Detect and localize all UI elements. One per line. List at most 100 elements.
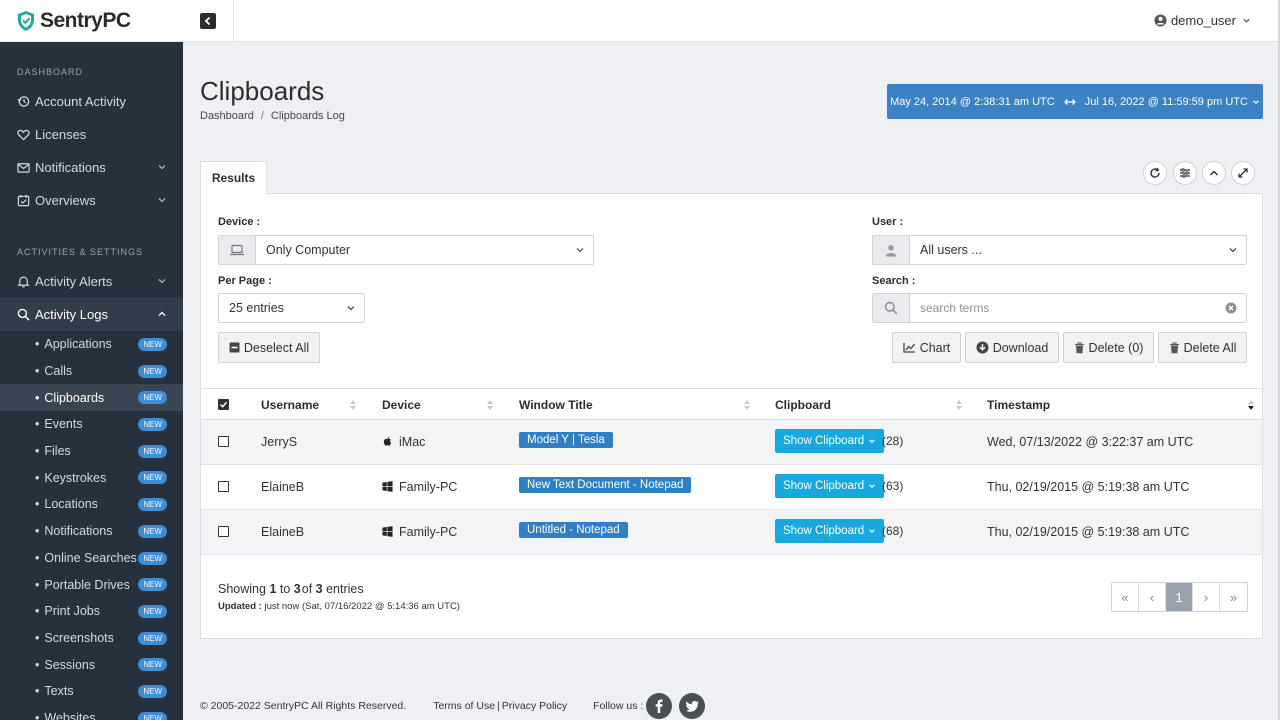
sidebar-subitem-applications[interactable]: • Applications NEW [0, 331, 183, 358]
refresh-button[interactable] [1143, 161, 1167, 185]
column-username[interactable]: Username [261, 398, 319, 412]
deselect-all-button[interactable]: Deselect All [218, 332, 320, 363]
sidebar-item-activity-alerts[interactable]: Activity Alerts [0, 265, 183, 298]
sidebar-subitem-calls[interactable]: • Calls NEW [0, 358, 183, 385]
chevron-down-icon [576, 248, 584, 253]
row-checkbox[interactable] [218, 526, 229, 537]
sidebar-subitem-online-searches[interactable]: • Online Searches NEW [0, 545, 183, 572]
table-header: Username Device Window Title Clipboard T… [201, 388, 1262, 420]
cell-timestamp: Thu, 02/19/2015 @ 5:19:38 am UTC [987, 480, 1190, 494]
show-clipboard-button[interactable]: Show Clipboard [775, 429, 885, 453]
page-prev-button[interactable]: ‹ [1139, 583, 1166, 611]
show-clipboard-button[interactable]: Show Clipboard [775, 474, 885, 498]
collapse-button[interactable] [1202, 161, 1226, 185]
sidebar-subitem-texts[interactable]: • Texts NEW [0, 678, 183, 705]
download-label: Download [992, 340, 1049, 355]
new-badge: NEW [138, 364, 167, 378]
device-addon [219, 236, 256, 264]
download-button[interactable]: Download [965, 332, 1059, 363]
user-label: User : [872, 216, 904, 228]
table-row[interactable]: ElaineB Family-PC Untitled - Notepad Sho… [201, 510, 1262, 555]
device-select[interactable]: Only Computer [218, 235, 594, 265]
sort-icon[interactable] [955, 398, 963, 412]
showing-of-word: of [301, 582, 313, 596]
chevron-up-icon [1209, 170, 1219, 176]
clipboard-count: (63) [882, 479, 904, 493]
column-device[interactable]: Device [382, 398, 421, 412]
sidebar-subitem-files[interactable]: • Files NEW [0, 438, 183, 465]
user-menu[interactable]: demo_user [1154, 13, 1251, 28]
sidebar-item-activity-logs[interactable]: Activity Logs [0, 298, 183, 331]
page-last-button[interactable]: » [1220, 583, 1247, 611]
search-field[interactable] [872, 293, 1247, 323]
sidebar-item-overviews[interactable]: Overviews [0, 184, 183, 217]
column-window-title[interactable]: Window Title [519, 398, 593, 412]
column-clipboard[interactable]: Clipboard [775, 398, 831, 412]
date-range-picker[interactable]: May 24, 2014 @ 2:38:31 am UTC Jul 16, 20… [887, 84, 1263, 119]
twitter-button[interactable] [679, 693, 706, 719]
sidebar-subitem-locations[interactable]: • Locations NEW [0, 491, 183, 518]
sidebar-subitem-notifications[interactable]: • Notifications NEW [0, 518, 183, 545]
sort-desc-icon[interactable] [1247, 398, 1255, 412]
device-name: Family-PC [399, 480, 458, 494]
column-timestamp[interactable]: Timestamp [987, 398, 1050, 412]
date-to: Jul 16, 2022 @ 11:59:59 pm UTC [1084, 95, 1248, 108]
breadcrumb-separator: / [260, 110, 264, 122]
settings-button[interactable] [1173, 161, 1197, 185]
sidebar-item-notifications[interactable]: Notifications [0, 151, 183, 184]
breadcrumb-dashboard-link[interactable]: Dashboard [200, 110, 254, 122]
brand-name: SentryPC [40, 8, 131, 32]
sidebar-toggle-button[interactable] [200, 13, 216, 29]
terms-link[interactable]: Terms of Use [433, 700, 495, 712]
chart-icon [903, 343, 915, 353]
sort-icon[interactable] [486, 398, 494, 412]
table-row[interactable]: JerryS iMac Model Y | Tesla Show Clipboa… [201, 420, 1262, 465]
brand-logo[interactable]: SentryPC [0, 0, 183, 42]
sort-icon[interactable] [743, 398, 751, 412]
select-all-checkbox[interactable] [218, 399, 229, 410]
cell-device: iMac [382, 435, 425, 449]
show-clipboard-label: Show Clipboard [783, 435, 865, 447]
fullscreen-button[interactable] [1231, 161, 1255, 185]
row-checkbox[interactable] [218, 436, 229, 447]
sidebar-item-licenses[interactable]: Licenses [0, 118, 183, 151]
sidebar-subitem-screenshots[interactable]: • Screenshots NEW [0, 625, 183, 652]
delete-all-button[interactable]: Delete All [1158, 332, 1247, 363]
table-row[interactable]: ElaineB Family-PC New Text Document - No… [201, 465, 1262, 510]
page-first-button[interactable]: « [1112, 583, 1139, 611]
sidebar-item-account-activity[interactable]: Account Activity [0, 85, 183, 118]
row-checkbox[interactable] [218, 481, 229, 492]
cell-username: ElaineB [261, 480, 305, 494]
sort-icon[interactable] [349, 398, 357, 412]
new-badge: NEW [138, 604, 167, 618]
device-select-value: Only Computer [266, 243, 351, 257]
sidebar-subitem-clipboards[interactable]: • Clipboards NEW [0, 384, 183, 412]
search-icon [17, 308, 30, 321]
sidebar-item-label: Notifications [35, 160, 106, 175]
new-badge: NEW [138, 471, 167, 485]
sidebar-subitem-events[interactable]: • Events NEW [0, 411, 183, 438]
clear-icon[interactable] [1225, 302, 1237, 314]
chart-button[interactable]: Chart [892, 332, 961, 363]
search-input[interactable] [910, 301, 1225, 315]
updated-label: Updated : [218, 601, 262, 612]
tab-results[interactable]: Results [200, 161, 267, 194]
chart-label: Chart [919, 340, 951, 355]
chevron-down-icon [869, 439, 876, 444]
sidebar-subitem-portable-drives[interactable]: • Portable Drives NEW [0, 571, 183, 598]
per-page-select[interactable]: 25 entries [218, 293, 365, 323]
calendar-check-icon [17, 194, 30, 207]
delete-button[interactable]: Delete (0) [1063, 332, 1154, 363]
privacy-link[interactable]: Privacy Policy [502, 700, 567, 712]
sidebar-subitem-print-jobs[interactable]: • Print Jobs NEW [0, 598, 183, 625]
sidebar-subitem-sessions[interactable]: • Sessions NEW [0, 651, 183, 678]
minus-square-icon [229, 342, 240, 353]
page-current-button[interactable]: 1 [1166, 583, 1193, 611]
sidebar-subitem-websites[interactable]: • Websites NEW [0, 705, 183, 720]
sidebar-subitem-keystrokes[interactable]: • Keystrokes NEW [0, 464, 183, 491]
show-clipboard-button[interactable]: Show Clipboard [775, 519, 885, 543]
chevron-down-icon [869, 484, 876, 489]
facebook-button[interactable] [646, 693, 673, 719]
page-next-button[interactable]: › [1193, 583, 1220, 611]
user-select[interactable]: All users ... [872, 235, 1247, 265]
